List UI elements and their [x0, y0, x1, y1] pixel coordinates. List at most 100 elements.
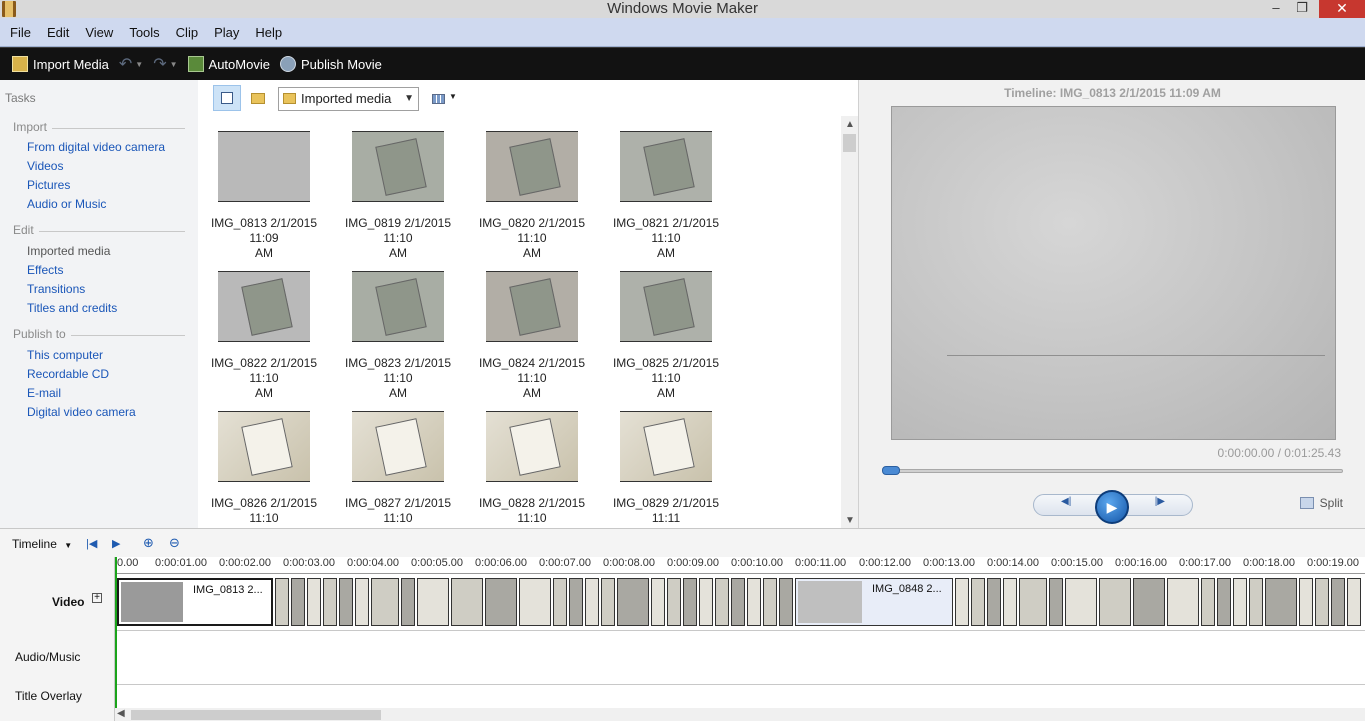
task-recordable-cd[interactable]: Recordable CD [27, 367, 109, 381]
task-from-camera[interactable]: From digital video camera [27, 140, 165, 154]
timeline-clip[interactable] [401, 578, 415, 626]
timeline-clip[interactable] [1265, 578, 1297, 626]
timeline-clip[interactable] [779, 578, 793, 626]
collection-select[interactable]: Imported media ▼ [278, 87, 419, 111]
timeline-clip[interactable] [747, 578, 761, 626]
timeline-clip[interactable] [1331, 578, 1345, 626]
timeline-clip[interactable] [323, 578, 337, 626]
timeline-clip[interactable] [763, 578, 777, 626]
media-item[interactable]: IMG_0822 2/1/2015 11:10 AM [197, 271, 331, 401]
timeline-clip[interactable] [1049, 578, 1063, 626]
timeline-clip[interactable] [987, 578, 1001, 626]
timeline-clip[interactable] [291, 578, 305, 626]
timeline-clip[interactable] [569, 578, 583, 626]
media-item[interactable]: IMG_0827 2/1/2015 11:10AM [331, 411, 465, 541]
redo-icon[interactable]: ↷ [153, 54, 166, 74]
task-pictures[interactable]: Pictures [27, 178, 70, 192]
timeline-clip[interactable] [1167, 578, 1199, 626]
timeline-clip[interactable] [307, 578, 321, 626]
seek-thumb[interactable] [882, 466, 900, 475]
timeline-clip[interactable] [651, 578, 665, 626]
collections-button[interactable] [244, 85, 272, 111]
timeline-clip[interactable] [1217, 578, 1231, 626]
video-track[interactable]: IMG_0813 2... IMG_0848 2... [115, 575, 1365, 630]
timeline-clip[interactable] [955, 578, 969, 626]
play-button[interactable]: ▶ [1095, 490, 1129, 524]
task-imported-media[interactable]: Imported media [27, 244, 110, 258]
task-this-computer[interactable]: This computer [27, 348, 103, 362]
timeline-clip[interactable] [731, 578, 745, 626]
timeline-clip[interactable] [1233, 578, 1247, 626]
media-item[interactable]: IMG_0828 2/1/2015 11:10AM [465, 411, 599, 541]
undo-icon[interactable]: ↶ [119, 54, 132, 74]
timeline-clip[interactable] [1347, 578, 1361, 626]
expand-icon[interactable]: + [92, 593, 102, 603]
timeline-clip[interactable] [1201, 578, 1215, 626]
playhead[interactable] [115, 557, 117, 721]
views-button[interactable]: ▼ [428, 85, 458, 111]
seek-bar[interactable] [882, 466, 1343, 475]
menu-file[interactable]: File [10, 25, 31, 40]
timeline-clip[interactable] [355, 578, 369, 626]
timeline-scroll-thumb[interactable] [131, 710, 381, 720]
timeline-clip[interactable] [1003, 578, 1017, 626]
timeline-clip[interactable] [1065, 578, 1097, 626]
timeline-clip-highlight[interactable]: IMG_0848 2... [795, 578, 953, 626]
next-frame-icon[interactable]: |▶ [1155, 496, 1165, 507]
rewind-icon[interactable]: |◀ [86, 537, 97, 550]
menu-edit[interactable]: Edit [47, 25, 69, 40]
title-overlay-track[interactable] [115, 684, 1365, 711]
task-audio-music[interactable]: Audio or Music [27, 197, 106, 211]
timeline-clip[interactable] [371, 578, 399, 626]
task-digital-video-camera[interactable]: Digital video camera [27, 405, 136, 419]
scroll-down-icon[interactable]: ▼ [845, 515, 855, 526]
media-item[interactable]: IMG_0813 2/1/2015 11:09 AM [197, 131, 331, 261]
close-button[interactable]: ✕ [1319, 0, 1365, 18]
collection-scrollbar[interactable]: ▲ ▼ [841, 116, 858, 528]
menu-tools[interactable]: Tools [129, 25, 159, 40]
split-button[interactable]: Split [1299, 496, 1343, 510]
timeline-clip[interactable] [585, 578, 599, 626]
timeline-clip[interactable] [683, 578, 697, 626]
scroll-up-icon[interactable]: ▲ [845, 119, 855, 130]
zoom-in-icon[interactable]: ⊕ [143, 535, 154, 551]
time-ruler[interactable]: 0.00 0:00:01.00 0:00:02.00 0:00:03.00 0:00:0… [115, 557, 1365, 574]
media-item[interactable]: IMG_0823 2/1/2015 11:10 AM [331, 271, 465, 401]
tasks-pane-toggle-button[interactable] [213, 85, 241, 111]
timeline-play-icon[interactable]: ▶ [112, 537, 120, 550]
audio-music-track[interactable] [115, 630, 1365, 685]
media-item[interactable]: IMG_0820 2/1/2015 11:10 AM [465, 131, 599, 261]
media-item[interactable]: IMG_0825 2/1/2015 11:10 AM [599, 271, 733, 401]
timeline-clip[interactable] [417, 578, 449, 626]
minimize-button[interactable]: – [1263, 0, 1289, 18]
timeline-scrollbar[interactable]: ◀ [115, 708, 1365, 721]
media-item[interactable]: IMG_0824 2/1/2015 11:10 AM [465, 271, 599, 401]
timeline-clip[interactable] [339, 578, 353, 626]
media-item[interactable]: IMG_0829 2/1/2015 11:11AM [599, 411, 733, 541]
undo-dropdown-icon[interactable]: ▼ [135, 60, 143, 69]
timeline-clip[interactable] [715, 578, 729, 626]
timeline-clip[interactable] [519, 578, 551, 626]
timeline-clip[interactable] [1099, 578, 1131, 626]
timeline-clip[interactable] [667, 578, 681, 626]
timeline-clip[interactable] [485, 578, 517, 626]
timeline-clip[interactable] [971, 578, 985, 626]
scroll-thumb[interactable] [843, 134, 856, 152]
timeline-clip-selected[interactable]: IMG_0813 2... [117, 578, 273, 626]
menu-help[interactable]: Help [255, 25, 282, 40]
timeline-clip[interactable] [275, 578, 289, 626]
timeline-clip[interactable] [1315, 578, 1329, 626]
import-media-button[interactable]: Import Media [12, 56, 109, 72]
timeline-clip[interactable] [699, 578, 713, 626]
menu-view[interactable]: View [85, 25, 113, 40]
menu-clip[interactable]: Clip [176, 25, 198, 40]
automovie-button[interactable]: AutoMovie [187, 56, 270, 72]
timeline-clip[interactable] [1019, 578, 1047, 626]
media-item[interactable]: IMG_0819 2/1/2015 11:10 AM [331, 131, 465, 261]
media-item[interactable]: IMG_0821 2/1/2015 11:10 AM [599, 131, 733, 261]
task-transitions[interactable]: Transitions [27, 282, 85, 296]
timeline-clip[interactable] [553, 578, 567, 626]
scroll-left-icon[interactable]: ◀ [117, 708, 125, 719]
timeline-clip[interactable] [1299, 578, 1313, 626]
timeline-clip[interactable] [617, 578, 649, 626]
